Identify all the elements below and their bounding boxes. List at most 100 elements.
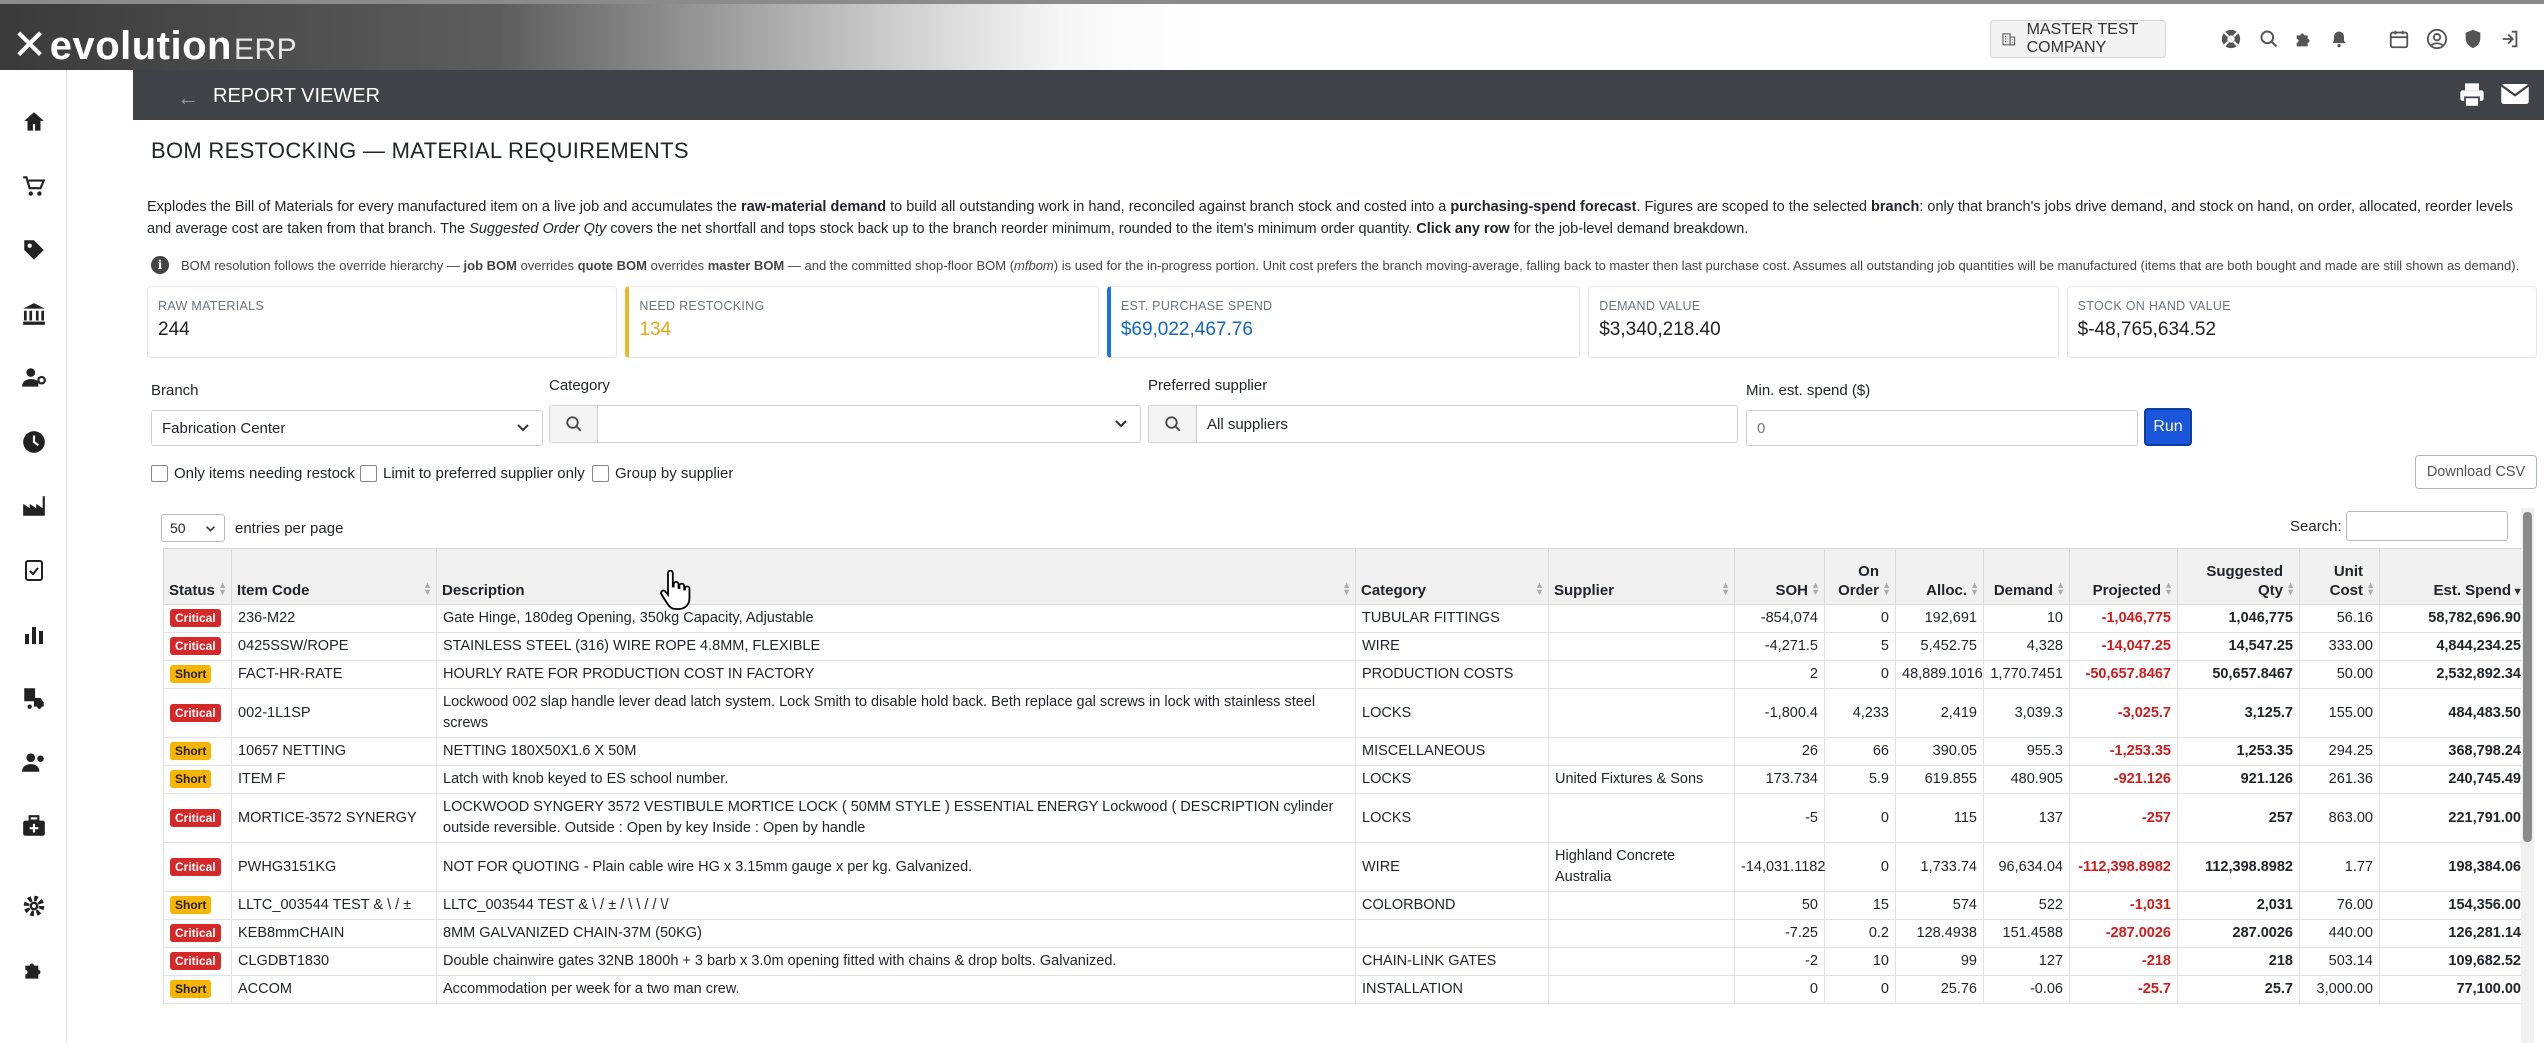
mail-icon[interactable]: [2500, 82, 2530, 106]
column-header-soh[interactable]: SOH ▲ ▼: [1734, 548, 1825, 605]
cell-supplier: [1548, 737, 1735, 766]
text-fragment: ) is used for the in-progress portion. U…: [1053, 258, 2520, 273]
per-page-select[interactable]: 50: [161, 514, 225, 542]
preferred-supplier-checkbox[interactable]: Limit to preferred supplier only: [360, 465, 585, 482]
search-icon[interactable]: [2256, 26, 2282, 52]
text-fragment: covers the net shortfall and tops stock …: [606, 221, 1417, 237]
run-button[interactable]: Run: [2144, 408, 2192, 446]
chevron-down-icon: [517, 424, 529, 432]
company-selector[interactable]: MASTER TEST COMPANY: [1990, 20, 2166, 58]
column-header-supplier[interactable]: Supplier ▲ ▼: [1548, 548, 1735, 605]
checkbox-box[interactable]: [592, 465, 609, 482]
table-row[interactable]: Critical 002-1L1SP Lockwood 002 slap handl…: [163, 688, 2528, 738]
puzzle-icon[interactable]: [18, 954, 50, 986]
table-row[interactable]: Short 10657 NETTING NETTING 180X50X1.6 X 5…: [163, 737, 2528, 766]
cell-supplier: [1548, 891, 1735, 920]
min-spend-input[interactable]: [1746, 410, 2138, 446]
branch-select[interactable]: Fabrication Center: [151, 410, 543, 446]
scrollbar-thumb[interactable]: [2523, 512, 2532, 842]
back-arrow-icon[interactable]: ←: [177, 85, 199, 111]
status-badge: Short: [170, 742, 212, 760]
group-supplier-checkbox[interactable]: Group by supplier: [592, 465, 733, 482]
table-header-row: Status ▲ ▼ Item Code ▲ ▼ Description ▲ ▼ Category…: [163, 548, 2528, 605]
logout-icon[interactable]: [2497, 26, 2523, 52]
top-bar: ✕ evolution ERP MASTER TEST COMPANY: [0, 0, 2544, 70]
branch-label: Branch: [151, 382, 199, 399]
column-header-suggested-qty[interactable]: Suggested Qty ▲ ▼: [2177, 548, 2300, 605]
column-header-alloc[interactable]: Alloc. ▲ ▼: [1895, 548, 1984, 605]
lifebuoy-icon[interactable]: [2218, 26, 2244, 52]
puzzle-icon[interactable]: [2291, 26, 2317, 52]
tag-icon[interactable]: [18, 234, 50, 266]
cell-demand: 96,634.04: [1983, 842, 2070, 892]
status-cell: Critical: [163, 842, 232, 892]
cell-suggested-qty: 50,657.8467: [2177, 660, 2300, 689]
column-header-category[interactable]: Category ▲ ▼: [1355, 548, 1549, 605]
users-icon[interactable]: [18, 746, 50, 778]
chevron-down-icon: [1115, 420, 1127, 428]
bell-icon[interactable]: [2326, 26, 2352, 52]
clock-icon[interactable]: [18, 426, 50, 458]
info-note: i BOM resolution follows the override hi…: [151, 256, 2541, 276]
cell-demand: 3,039.3: [1983, 688, 2070, 738]
cart-icon[interactable]: [18, 170, 50, 202]
column-header-item-code[interactable]: Item Code ▲ ▼: [231, 548, 437, 605]
category-select[interactable]: [549, 405, 1141, 443]
column-header-demand[interactable]: Demand ▲ ▼: [1983, 548, 2070, 605]
column-header-est-spend[interactable]: Est. Spend ▼: [2379, 548, 2528, 605]
table-row[interactable]: Critical 236-M22 Gate Hinge, 180deg Openin…: [163, 604, 2528, 633]
printer-icon[interactable]: [2458, 82, 2486, 108]
column-header-on-order[interactable]: On Order ▲ ▼: [1824, 548, 1896, 605]
checkbox-box[interactable]: [151, 465, 168, 482]
column-header-description[interactable]: Description ▲ ▼: [436, 548, 1356, 605]
column-header-unit-cost[interactable]: Unit Cost ▲ ▼: [2299, 548, 2380, 605]
checkbox-box[interactable]: [360, 465, 377, 482]
cell-suggested-qty: 218: [2177, 947, 2300, 976]
table-row[interactable]: Short ACCOM Accommodation per week for a t…: [163, 975, 2528, 1004]
cell-soh: -1,800.4: [1734, 688, 1825, 738]
truck-building-icon[interactable]: [18, 682, 50, 714]
table-row[interactable]: Short FACT-HR-RATE HOURLY RATE FOR PRODUCT…: [163, 660, 2528, 689]
cell-on-order: 0.2: [1824, 919, 1896, 948]
cell-projected: -25.7: [2069, 975, 2178, 1004]
column-header-status[interactable]: Status ▲ ▼: [163, 548, 232, 605]
medical-case-icon[interactable]: [18, 810, 50, 842]
bar-chart-icon[interactable]: [18, 618, 50, 650]
status-badge: Critical: [170, 808, 221, 827]
cell-alloc: 25.76: [1895, 975, 1984, 1004]
download-csv-button[interactable]: Download CSV: [2415, 455, 2537, 489]
table-row[interactable]: Critical MORTICE-3572 SYNERGY LOCKWOOD SYN…: [163, 793, 2528, 843]
supplier-select[interactable]: All suppliers: [1148, 405, 1738, 443]
gear-icon[interactable]: [18, 890, 50, 922]
clipboard-check-icon[interactable]: [18, 554, 50, 586]
cell-projected: -921.126: [2069, 765, 2178, 794]
table-row[interactable]: Critical CLGDBT1830 Double chainwire gates…: [163, 947, 2528, 976]
calendar-icon[interactable]: [2386, 26, 2412, 52]
table-row[interactable]: Critical 0425SSW/ROPE STAINLESS STEEL (316…: [163, 632, 2528, 661]
table-row[interactable]: Critical KEB8mmCHAIN 8MM GALVANIZED CHAIN-…: [163, 919, 2528, 948]
cell-supplier: [1548, 919, 1735, 948]
stat-card-est-purchase-spend: EST. PURCHASE SPEND $69,022,467.76: [1106, 286, 1581, 358]
sort-arrows-icon: ▲ ▼: [2366, 580, 2375, 597]
cell-demand: 10: [1983, 604, 2070, 633]
bank-icon[interactable]: [18, 298, 50, 330]
cell-on-order: 66: [1824, 737, 1896, 766]
column-header-projected[interactable]: Projected ▲ ▼: [2069, 548, 2178, 605]
table-row[interactable]: Short LLTC_003544 TEST & \ / ± LLTC_003544…: [163, 891, 2528, 920]
factory-icon[interactable]: [18, 490, 50, 522]
user-cog-icon[interactable]: [18, 362, 50, 394]
table-row[interactable]: Critical PWHG3151KG NOT FOR QUOTING - Plai…: [163, 842, 2528, 892]
bold-text: branch: [1871, 199, 1920, 215]
cell-item-code: 236-M22: [231, 604, 437, 633]
user-circle-icon[interactable]: [2424, 26, 2450, 52]
cell-on-order: 15: [1824, 891, 1896, 920]
home-icon[interactable]: [18, 106, 50, 138]
only-restock-checkbox[interactable]: Only items needing restock: [151, 465, 355, 482]
table-row[interactable]: Short ITEM F Latch with knob keyed to ES s…: [163, 765, 2528, 794]
status-cell: Short: [163, 891, 232, 920]
shield-icon[interactable]: [2460, 26, 2486, 52]
cell-category: MISCELLANEOUS: [1355, 737, 1549, 766]
brand-logo[interactable]: ✕ evolution ERP: [12, 20, 297, 68]
cell-item-code: PWHG3151KG: [231, 842, 437, 892]
table-search-input[interactable]: [2346, 511, 2508, 541]
